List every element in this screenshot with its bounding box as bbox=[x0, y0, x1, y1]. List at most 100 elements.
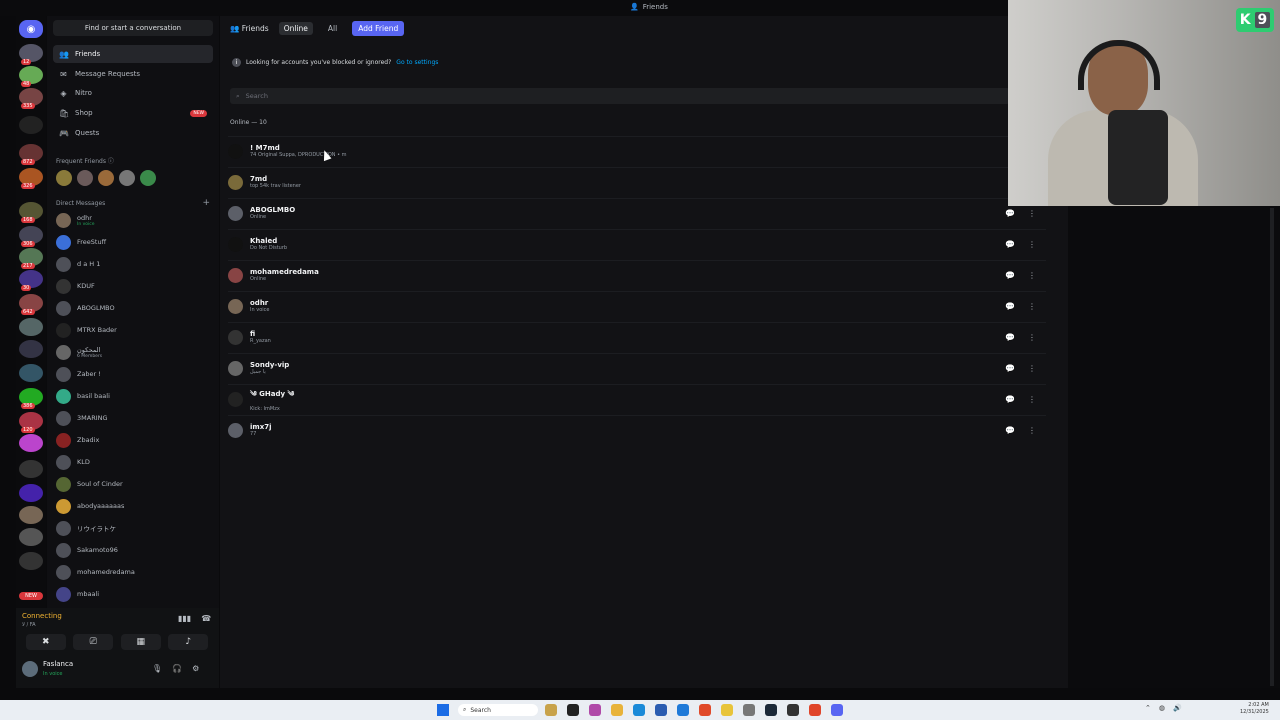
dm-item[interactable]: Zbadix bbox=[53, 430, 213, 450]
dm-item[interactable]: リウイラトケ bbox=[53, 518, 213, 538]
server-icon[interactable]: 326 bbox=[19, 168, 43, 189]
server-icon[interactable] bbox=[19, 528, 43, 546]
user-info[interactable]: Faslаnca In voice bbox=[22, 660, 73, 677]
dm-item[interactable]: ‫1 d a H bbox=[53, 254, 213, 274]
store-icon[interactable] bbox=[655, 704, 667, 716]
server-icon[interactable]: 306 bbox=[19, 226, 43, 247]
activities-icon[interactable]: ▦ bbox=[120, 634, 161, 650]
friend-row[interactable]: 7md top 54k trav listener bbox=[228, 167, 1046, 196]
dm-item[interactable]: Sakamoto96 bbox=[53, 540, 213, 560]
terminal-icon[interactable] bbox=[567, 704, 579, 716]
nav-quests[interactable]: 🎮 Quests bbox=[53, 124, 213, 142]
chrome-icon[interactable] bbox=[721, 704, 733, 716]
server-icon[interactable] bbox=[19, 506, 43, 524]
headphones-icon[interactable]: 🎧 bbox=[172, 664, 182, 673]
go-to-settings-link[interactable]: Go to settings bbox=[396, 59, 438, 66]
server-icon[interactable]: 120 bbox=[19, 412, 43, 433]
server-icon[interactable] bbox=[19, 116, 43, 134]
friend-row[interactable]: ༄ GHady ༄ Kick: ImMzx 💬 ⋮ bbox=[228, 384, 1046, 413]
dm-item[interactable]: MTRX Bader bbox=[53, 320, 213, 340]
dm-item[interactable]: mbaali bbox=[53, 584, 213, 604]
dm-item[interactable]: Soul of Cinder bbox=[53, 474, 213, 494]
dm-item[interactable]: KDUF bbox=[53, 276, 213, 296]
brave-icon[interactable] bbox=[699, 704, 711, 716]
avatar[interactable] bbox=[98, 170, 114, 186]
friend-row[interactable]: ABOGLMBO Online 💬 ⋮ bbox=[228, 198, 1046, 227]
more-icon[interactable]: ⋮ bbox=[1028, 271, 1036, 280]
friend-row[interactable]: Sondy-vip يا جميل 💬 ⋮ bbox=[228, 353, 1046, 382]
nav-shop[interactable]: 🛍 Shop NEW bbox=[53, 104, 213, 122]
find-conversation-button[interactable]: Find or start a conversation bbox=[53, 20, 213, 36]
server-icon[interactable]: 30 bbox=[19, 270, 43, 291]
friend-row[interactable]: Khaled Do Not Disturb 💬 ⋮ bbox=[228, 229, 1046, 258]
message-icon[interactable]: 💬 bbox=[1005, 395, 1015, 404]
friend-row[interactable]: ! M7md 74 Original Suppa, DPRODUCTION • m bbox=[228, 136, 1046, 165]
dm-item[interactable]: KLD bbox=[53, 452, 213, 472]
friend-row[interactable]: odhr In voice 💬 ⋮ bbox=[228, 291, 1046, 320]
avatar[interactable] bbox=[119, 170, 135, 186]
more-icon[interactable]: ⋮ bbox=[1028, 240, 1036, 249]
settings-icon[interactable] bbox=[743, 704, 755, 716]
server-icon[interactable]: 48 bbox=[19, 66, 43, 87]
more-icon[interactable]: ⋮ bbox=[1028, 364, 1036, 373]
server-icon[interactable]: 12 bbox=[19, 44, 43, 65]
server-icon[interactable] bbox=[19, 364, 43, 382]
server-icon[interactable]: 872 bbox=[19, 144, 43, 165]
steam-icon[interactable] bbox=[765, 704, 777, 716]
app-icon[interactable] bbox=[809, 704, 821, 716]
dm-item[interactable]: Zaber ! bbox=[53, 364, 213, 384]
avatar[interactable] bbox=[56, 170, 72, 186]
discord-home-button[interactable]: ◉ bbox=[19, 20, 43, 38]
disconnect-icon[interactable]: ☎ bbox=[201, 614, 211, 623]
friend-row[interactable]: mohamedredama Online 💬 ⋮ bbox=[228, 260, 1046, 289]
server-icon[interactable] bbox=[19, 552, 43, 570]
message-icon[interactable]: 💬 bbox=[1005, 240, 1015, 249]
clock[interactable]: 2:02 AM 12/31/2025 bbox=[1240, 702, 1269, 716]
server-icon[interactable] bbox=[19, 434, 43, 452]
nav-message-requests[interactable]: ✉ Message Requests bbox=[53, 65, 213, 83]
dm-item[interactable]: ABOGLMBO bbox=[53, 298, 213, 318]
avatar[interactable] bbox=[140, 170, 156, 186]
vscode-icon[interactable] bbox=[677, 704, 689, 716]
more-icon[interactable]: ⋮ bbox=[1028, 302, 1036, 311]
dm-item[interactable]: المحكون 6 Members bbox=[53, 342, 213, 362]
message-icon[interactable]: 💬 bbox=[1005, 426, 1015, 435]
server-icon[interactable]: 386 bbox=[19, 388, 43, 409]
friends-search-input[interactable]: ⌕ Search bbox=[230, 88, 1010, 104]
more-icon[interactable]: ⋮ bbox=[1028, 333, 1036, 342]
scrollbar[interactable] bbox=[1270, 208, 1274, 686]
server-icon[interactable] bbox=[19, 460, 43, 478]
widgets-icon[interactable] bbox=[545, 704, 557, 716]
message-icon[interactable]: 💬 bbox=[1005, 333, 1015, 342]
obs-icon[interactable] bbox=[787, 704, 799, 716]
server-icon[interactable] bbox=[19, 318, 43, 336]
taskbar-search[interactable]: ⌕ Search bbox=[458, 704, 538, 716]
dm-item[interactable]: mohamedredama bbox=[53, 562, 213, 582]
dm-item[interactable]: abodyaaaaaas bbox=[53, 496, 213, 516]
more-icon[interactable]: ⋮ bbox=[1028, 395, 1036, 404]
add-friend-button[interactable]: Add Friend bbox=[352, 20, 405, 36]
message-icon[interactable]: 💬 bbox=[1005, 271, 1015, 280]
server-icon[interactable]: 217 bbox=[19, 248, 43, 269]
server-icon[interactable]: 335 bbox=[19, 88, 43, 109]
dm-item[interactable]: 3MARING bbox=[53, 408, 213, 428]
friend-row[interactable]: fi R_yazan 💬 ⋮ bbox=[228, 322, 1046, 351]
volume-icon[interactable]: 🔊 bbox=[1173, 704, 1182, 712]
soundboard-icon[interactable]: ♪ bbox=[168, 634, 209, 650]
file-explorer-icon[interactable] bbox=[611, 704, 623, 716]
nav-nitro[interactable]: ◈ Nitro bbox=[53, 84, 213, 102]
network-icon[interactable]: ◍ bbox=[1159, 704, 1165, 712]
add-dm-icon[interactable]: + bbox=[202, 198, 210, 208]
camera-off-icon[interactable]: ✖ bbox=[25, 634, 66, 650]
gear-icon[interactable]: ⚙ bbox=[192, 664, 199, 673]
message-icon[interactable]: 💬 bbox=[1005, 302, 1015, 311]
signal-icon[interactable]: ▮▮▮ bbox=[178, 614, 191, 623]
server-icon[interactable]: 642 bbox=[19, 294, 43, 315]
server-icon[interactable] bbox=[19, 484, 43, 502]
tab-online[interactable]: Online bbox=[278, 21, 313, 35]
server-icon[interactable] bbox=[19, 340, 43, 358]
dm-item[interactable]: basil baali bbox=[53, 386, 213, 406]
screen-share-icon[interactable]: ⎚ bbox=[73, 634, 114, 650]
server-icon[interactable]: 168 bbox=[19, 202, 43, 223]
dm-item[interactable]: odhr In voice bbox=[53, 210, 213, 230]
